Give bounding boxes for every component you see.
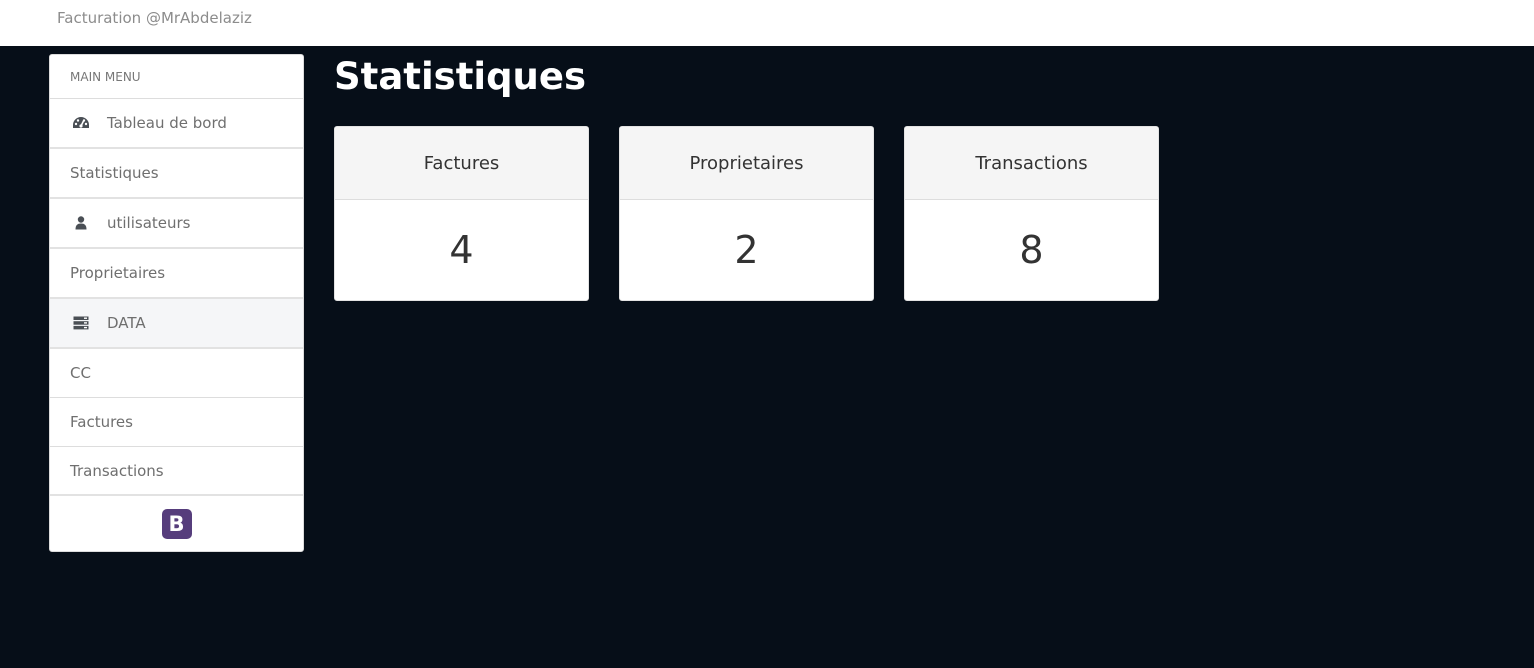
stat-card-label: Proprietaires <box>620 127 873 200</box>
stat-card-proprietaires: Proprietaires 2 <box>619 126 874 301</box>
navbar-brand-link[interactable]: Facturation @MrAbdelaziz <box>57 9 252 27</box>
page-title: Statistiques <box>334 55 587 98</box>
sidebar-main-menu: MAIN MENU Tableau de bord Statistiques u… <box>49 54 304 552</box>
user-icon <box>70 214 92 232</box>
sidebar-item-label: utilisateurs <box>107 214 191 232</box>
sidebar-item-data[interactable]: DATA <box>50 299 303 349</box>
top-navbar: Facturation @MrAbdelaziz <box>0 0 1534 46</box>
dashboard-icon <box>70 114 92 132</box>
sidebar-footer: B <box>50 496 303 551</box>
stat-card-label: Factures <box>335 127 588 200</box>
stat-card-value: 4 <box>449 228 474 272</box>
sidebar-item-label: Statistiques <box>70 164 159 182</box>
sidebar-item-label: Proprietaires <box>70 264 166 282</box>
server-icon <box>70 314 92 332</box>
bootstrap-logo-icon[interactable]: B <box>161 508 192 539</box>
stat-card-factures: Factures 4 <box>334 126 589 301</box>
sidebar-item-utilisateurs[interactable]: utilisateurs <box>50 199 303 249</box>
sidebar-item-statistiques[interactable]: Statistiques <box>50 149 303 199</box>
sidebar-item-factures[interactable]: Factures <box>50 398 303 447</box>
sidebar-item-label: Transactions <box>70 461 164 480</box>
sidebar-item-proprietaires[interactable]: Proprietaires <box>50 249 303 299</box>
sidebar-item-cc[interactable]: CC <box>50 349 303 398</box>
sidebar-item-label: Factures <box>70 413 133 431</box>
menu-header: MAIN MENU <box>50 55 303 99</box>
stat-card-label: Transactions <box>905 127 1158 200</box>
sidebar-item-tableau-de-bord[interactable]: Tableau de bord <box>50 99 303 149</box>
sidebar-item-transactions[interactable]: Transactions <box>50 447 303 496</box>
sidebar-item-label: Tableau de bord <box>107 114 227 132</box>
sidebar-item-label: CC <box>70 364 91 382</box>
stat-card-transactions: Transactions 8 <box>904 126 1159 301</box>
sidebar-item-label: DATA <box>107 314 146 332</box>
stat-card-value: 2 <box>734 228 759 272</box>
stat-card-value: 8 <box>1019 228 1044 272</box>
